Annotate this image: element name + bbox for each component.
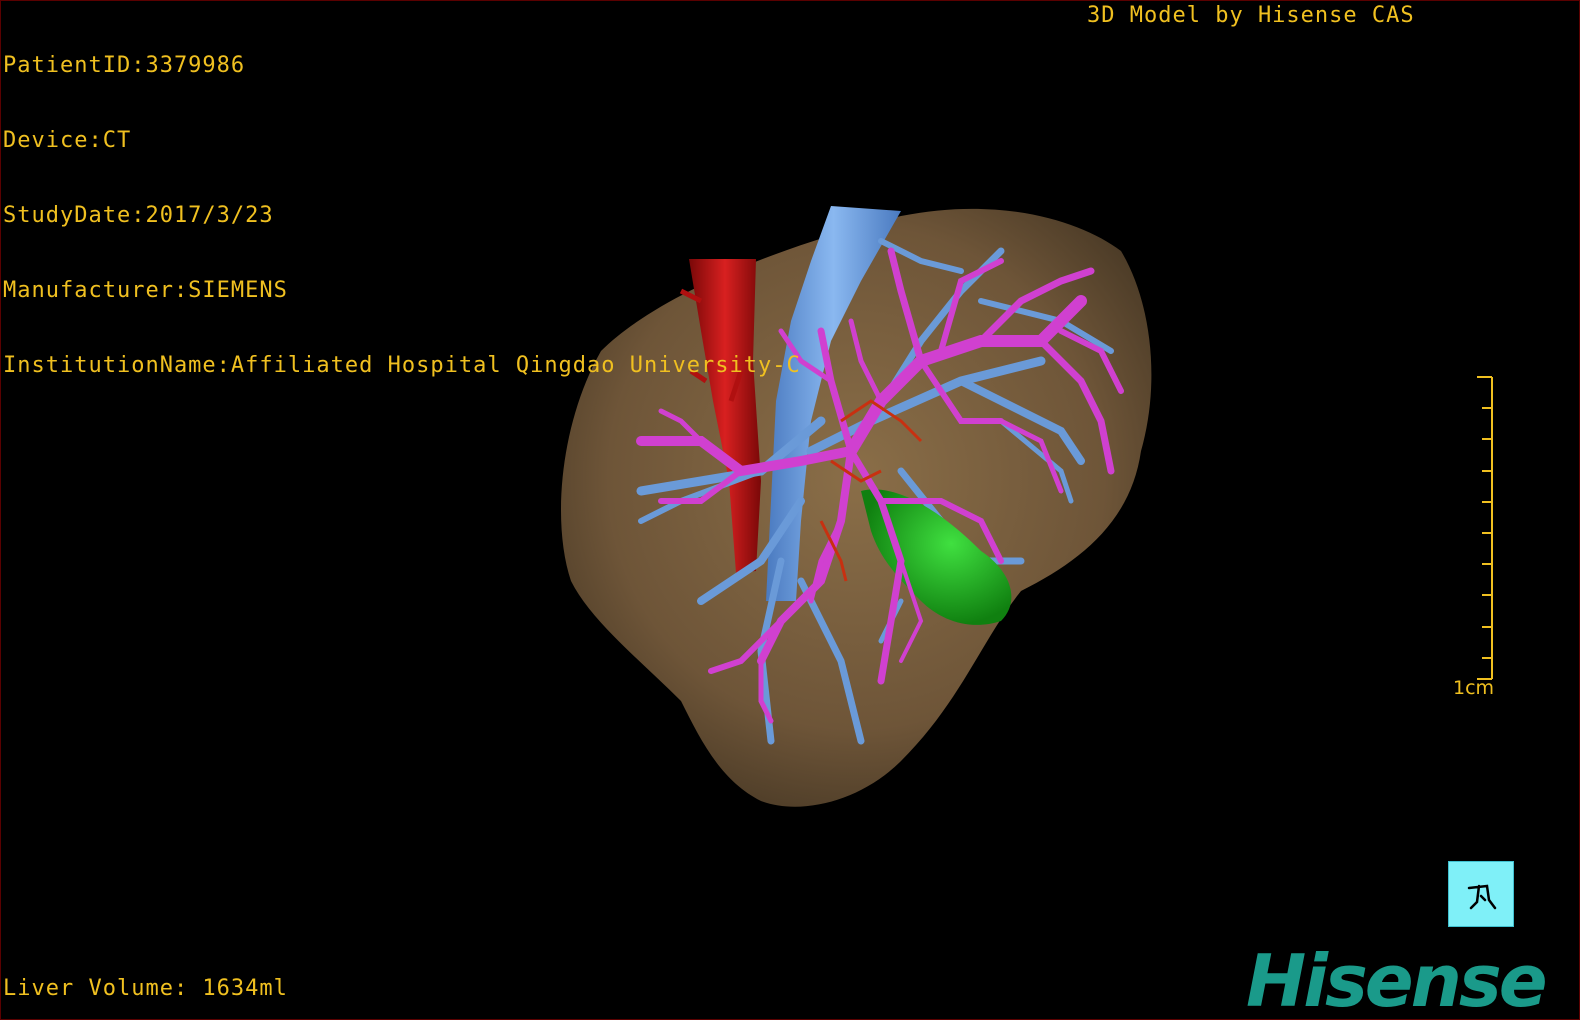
hisense-logo: Hisense (1246, 939, 1548, 1020)
device: Device:CT (3, 128, 132, 153)
liver-volume: Liver Volume: 1634ml (3, 976, 288, 1001)
orientation-figure-icon (1467, 884, 1497, 910)
institution-name: InstitutionName:Affiliated Hospital Qing… (3, 353, 801, 378)
study-date: StudyDate:2017/3/23 (3, 203, 274, 228)
scale-bar (1477, 376, 1493, 680)
orientation-button[interactable] (1448, 861, 1514, 927)
3d-viewport[interactable]: PatientID:3379986 Device:CT StudyDate:20… (0, 0, 1580, 1020)
manufacturer: Manufacturer:SIEMENS (3, 278, 288, 303)
model-credit: 3D Model by Hisense CAS (1087, 3, 1415, 28)
study-info: PatientID:3379986 Device:CT StudyDate:20… (3, 3, 801, 428)
patient-id: PatientID:3379986 (3, 53, 246, 78)
scale-label: 1cm (1453, 677, 1495, 699)
